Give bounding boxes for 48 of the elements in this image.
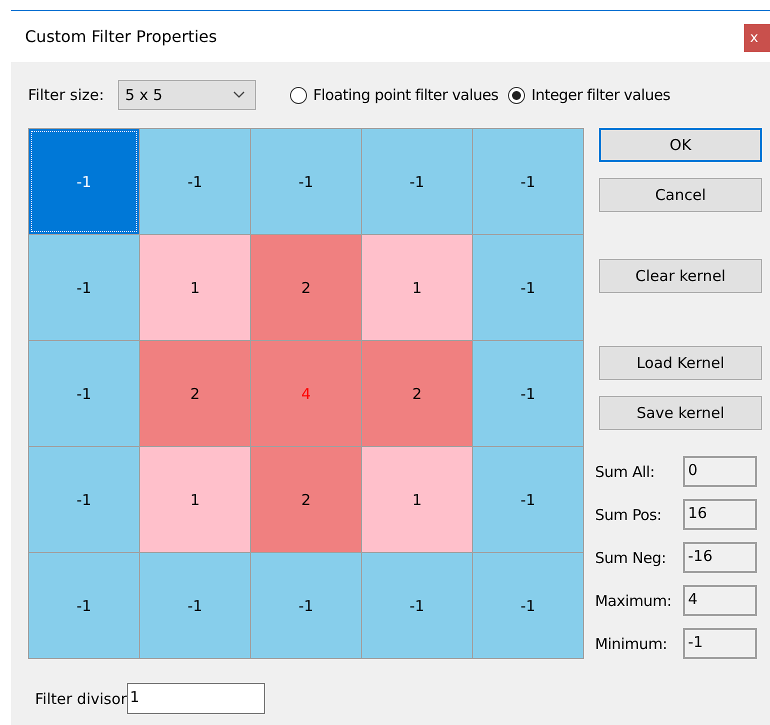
kernel-cell[interactable]: -1 xyxy=(362,553,472,658)
kernel-cell[interactable]: 2 xyxy=(251,235,361,340)
kernel-cell[interactable]: -1 xyxy=(362,129,472,234)
window-title: Custom Filter Properties xyxy=(25,27,217,46)
kernel-cell[interactable]: -1 xyxy=(473,129,583,234)
kernel-cell[interactable]: -1 xyxy=(251,129,361,234)
dialog-button[interactable]: Clear kernel xyxy=(599,259,762,293)
kernel-cell[interactable]: -1 xyxy=(473,235,583,340)
dialog-button[interactable]: OK xyxy=(599,128,762,162)
kernel-cell[interactable]: -1 xyxy=(473,341,583,446)
radio-option[interactable]: Integer filter values xyxy=(508,86,670,104)
kernel-cell[interactable]: -1 xyxy=(29,447,139,552)
kernel-cell[interactable]: -1 xyxy=(29,129,139,234)
stat-label: Sum Pos: xyxy=(595,506,663,524)
kernel-cell[interactable]: 2 xyxy=(251,447,361,552)
dialog-button[interactable]: Cancel xyxy=(599,178,762,212)
stat-label: Sum Neg: xyxy=(595,548,668,566)
kernel-cell[interactable]: 2 xyxy=(140,341,250,446)
radio-option[interactable]: Floating point filter values xyxy=(290,86,498,104)
dialog-button[interactable]: Save kernel xyxy=(599,396,762,430)
stat-label: Minimum: xyxy=(595,634,668,652)
kernel-cell[interactable]: 1 xyxy=(140,447,250,552)
filter-divisor-field[interactable]: 1 xyxy=(126,683,265,714)
kernel-cell[interactable]: -1 xyxy=(473,553,583,658)
kernel-cell[interactable]: -1 xyxy=(29,235,139,340)
stat-field: 4 xyxy=(683,585,757,616)
kernel-cell[interactable]: 1 xyxy=(362,447,472,552)
filter-size-label: Filter size: xyxy=(28,86,104,104)
kernel-cell[interactable]: -1 xyxy=(29,341,139,446)
stat-field: 0 xyxy=(683,456,757,487)
dialog-button[interactable]: Load Kernel xyxy=(599,346,762,380)
chevron-down-icon xyxy=(233,91,246,99)
stat-field: 16 xyxy=(683,499,757,530)
stat-label: Maximum: xyxy=(595,592,673,610)
kernel-cell[interactable]: -1 xyxy=(29,553,139,658)
stat-field: -1 xyxy=(683,628,757,659)
kernel-cell[interactable]: -1 xyxy=(473,447,583,552)
filter-size-dropdown[interactable]: 5 x 5 xyxy=(118,80,256,110)
kernel-cell[interactable]: 1 xyxy=(140,235,250,340)
stat-label: Sum All: xyxy=(595,462,656,480)
stat-field: -16 xyxy=(683,542,757,573)
filter-divisor-label: Filter divisor xyxy=(35,690,127,708)
kernel-cell[interactable]: -1 xyxy=(140,129,250,234)
kernel-cell[interactable]: 2 xyxy=(362,341,472,446)
close-button[interactable]: x xyxy=(744,24,770,52)
kernel-cell[interactable]: 1 xyxy=(362,235,472,340)
kernel-cell[interactable]: -1 xyxy=(251,553,361,658)
kernel-cell[interactable]: -1 xyxy=(140,553,250,658)
